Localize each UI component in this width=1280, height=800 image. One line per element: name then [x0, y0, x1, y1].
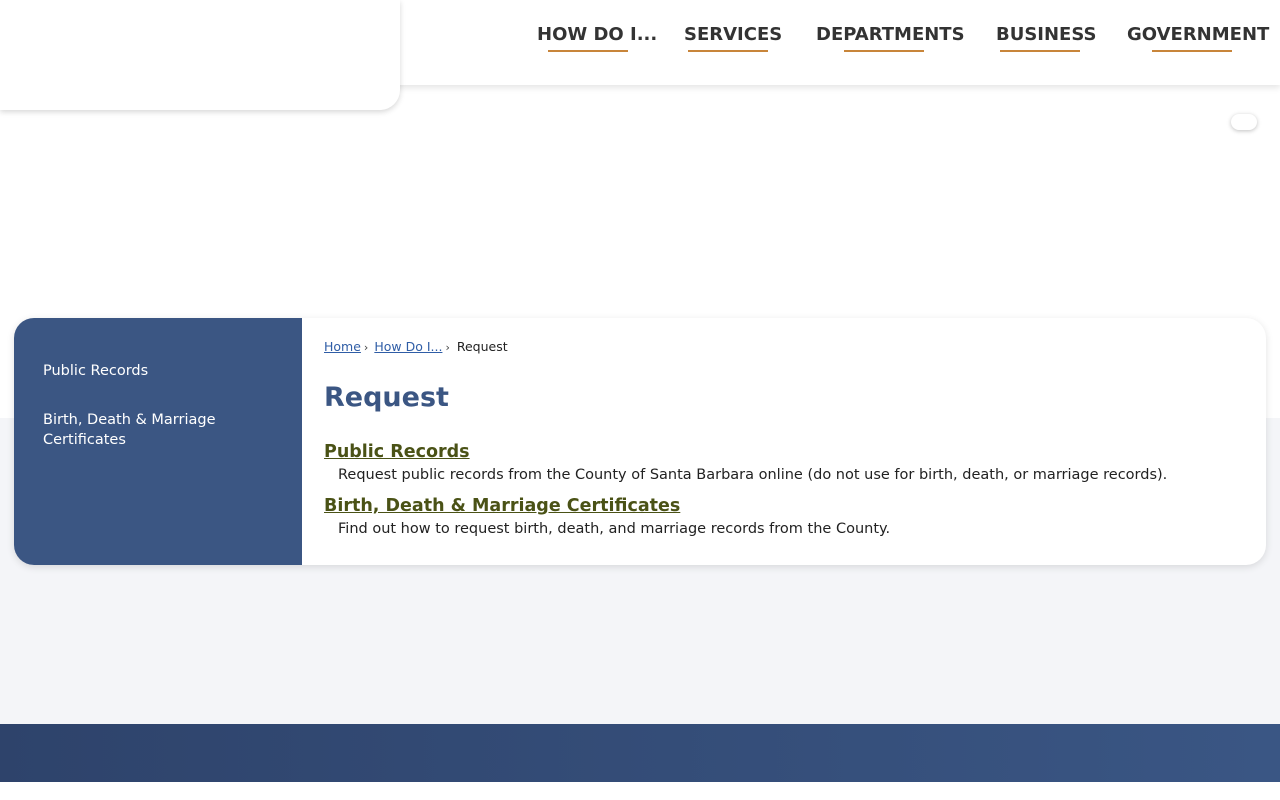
main-nav: HOW DO I... SERVICES DEPARTMENTS BUSINES… — [520, 0, 1280, 85]
page-title: Request — [324, 382, 449, 413]
nav-departments-label: DEPARTMENTS — [816, 24, 965, 45]
nav-services-label: SERVICES — [684, 24, 783, 45]
breadcrumb-current: Request — [456, 339, 508, 354]
sidebar-item-label: Birth, Death & Marriage Certificates — [43, 412, 216, 448]
breadcrumb-separator: › — [445, 341, 450, 354]
content-card: Public Records Birth, Death & Marriage C… — [14, 318, 1266, 565]
entry-link-public-records[interactable]: Public Records — [324, 442, 470, 462]
nav-business[interactable]: BUSINESS — [996, 24, 1096, 56]
nav-underline — [1152, 50, 1232, 52]
sidebar: Public Records Birth, Death & Marriage C… — [14, 318, 302, 565]
nav-underline — [548, 50, 628, 52]
sidebar-item-certificates[interactable]: Birth, Death & Marriage Certificates — [43, 410, 263, 450]
toggle-button[interactable] — [1231, 114, 1257, 130]
nav-government-label: GOVERNMENT — [1127, 24, 1270, 45]
nav-departments[interactable]: DEPARTMENTS — [816, 24, 965, 56]
breadcrumb-home-link[interactable]: Home — [324, 339, 361, 354]
entry-description: Request public records from the County o… — [338, 467, 1168, 483]
nav-how-do-i[interactable]: HOW DO I... — [537, 24, 657, 56]
nav-business-label: BUSINESS — [996, 24, 1097, 45]
nav-underline — [844, 50, 924, 52]
breadcrumb: Home › How Do I... › Request — [324, 339, 508, 354]
entry-link-certificates[interactable]: Birth, Death & Marriage Certificates — [324, 496, 680, 516]
sidebar-item-label: Public Records — [43, 363, 149, 379]
nav-underline — [1000, 50, 1080, 52]
entry-description: Find out how to request birth, death, an… — [338, 521, 891, 537]
sidebar-item-public-records[interactable]: Public Records — [43, 361, 263, 381]
site-footer — [0, 724, 1280, 782]
breadcrumb-separator: › — [363, 341, 369, 354]
nav-government[interactable]: GOVERNMENT — [1127, 24, 1269, 56]
nav-underline — [688, 50, 768, 52]
breadcrumb-how-do-i-link[interactable]: How Do I... — [374, 339, 442, 354]
nav-how-do-i-label: HOW DO I... — [537, 24, 658, 45]
nav-services[interactable]: SERVICES — [684, 24, 782, 56]
logo-area[interactable] — [0, 0, 400, 110]
